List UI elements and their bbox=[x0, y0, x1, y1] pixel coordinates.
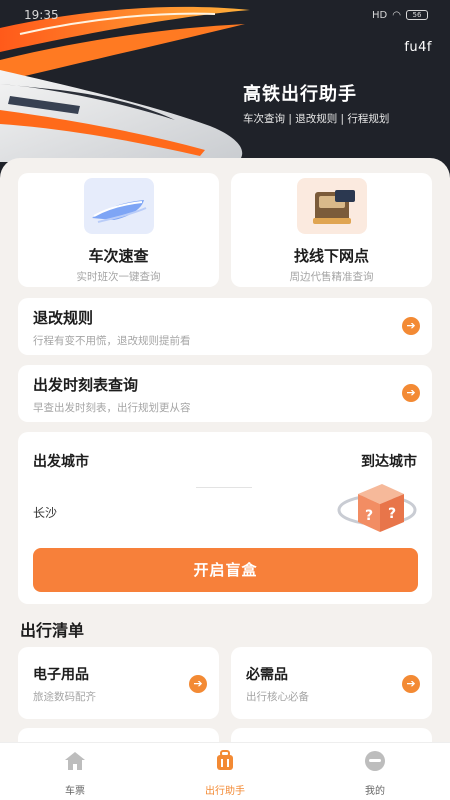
arrow-right-icon[interactable]: ➔ bbox=[189, 675, 207, 693]
tab-label: 车票 bbox=[65, 786, 85, 797]
quick-card-subtitle: 实时班次一键查询 bbox=[76, 271, 161, 283]
checklist-item-title: 电子用品 bbox=[33, 667, 89, 683]
tab-profile[interactable]: 我的 bbox=[300, 743, 450, 800]
status-icons: HD ◠ 56 bbox=[372, 10, 428, 21]
signal-icon: HD bbox=[372, 9, 388, 21]
checklist-title: 出行清单 bbox=[20, 621, 85, 640]
tab-tickets[interactable]: 车票 bbox=[0, 743, 150, 800]
tab-travel-assistant[interactable]: 出行助手 bbox=[150, 743, 300, 800]
profile-icon bbox=[365, 751, 385, 771]
status-bar: 19:35 HD ◠ 56 bbox=[24, 6, 428, 24]
checklist-item-title: 必需品 bbox=[246, 667, 288, 683]
from-city-label: 出发城市 bbox=[33, 454, 89, 470]
open-blind-box-button[interactable]: 开启盲盒 bbox=[33, 548, 418, 592]
ticket-machine-icon bbox=[296, 178, 367, 234]
refund-rules-card[interactable]: 退改规则 行程有变不用慌，退改规则提前看 ➔ bbox=[18, 298, 432, 355]
luggage-icon bbox=[217, 750, 233, 770]
row-card-title: 出发时刻表查询 bbox=[33, 376, 139, 394]
tab-label: 我的 bbox=[365, 786, 385, 797]
wifi-icon: ◠ bbox=[392, 9, 401, 21]
row-card-subtitle: 早查出发时刻表，出行规划更从容 bbox=[33, 402, 191, 414]
timetable-card[interactable]: 出发时刻表查询 早查出发时刻表，出行规划更从容 ➔ bbox=[18, 365, 432, 422]
city-search-card: 出发城市 到达城市 长沙 ? ? 开启盲盒 bbox=[18, 432, 432, 604]
mystery-box-icon: ? ? bbox=[337, 484, 417, 532]
tab-label: 出行助手 bbox=[205, 786, 245, 797]
arrow-right-icon[interactable]: ➔ bbox=[402, 317, 420, 335]
to-city-label: 到达城市 bbox=[361, 454, 417, 470]
row-card-title: 退改规则 bbox=[33, 309, 94, 327]
checklist-item-subtitle: 出行核心必备 bbox=[246, 691, 309, 703]
from-city-field[interactable]: 长沙 bbox=[33, 504, 57, 521]
svg-text:?: ? bbox=[388, 506, 396, 522]
arrow-right-icon[interactable]: ➔ bbox=[402, 675, 420, 693]
battery-icon: 56 bbox=[406, 10, 428, 20]
home-icon bbox=[65, 752, 85, 770]
svg-text:?: ? bbox=[365, 508, 373, 524]
app-tag: fu4f bbox=[404, 40, 432, 55]
route-divider bbox=[196, 487, 252, 488]
row-card-subtitle: 行程有变不用慌，退改规则提前看 bbox=[33, 335, 191, 347]
checklist-item-essentials[interactable]: 必需品 出行核心必备 ➔ bbox=[231, 647, 432, 719]
page-title: 高铁出行助手 bbox=[243, 84, 357, 105]
page-subtitle: 车次查询 | 退改规则 | 行程规划 bbox=[243, 113, 390, 125]
arrow-right-icon[interactable]: ➔ bbox=[402, 384, 420, 402]
quick-card-subtitle: 周边代售精准查询 bbox=[289, 271, 374, 283]
status-time: 19:35 bbox=[24, 8, 59, 22]
quick-card-title: 找线下网点 bbox=[293, 247, 369, 265]
offline-outlet-card[interactable]: 找线下网点 周边代售精准查询 bbox=[231, 173, 432, 287]
bottom-tab-bar: 车票 出行助手 我的 bbox=[0, 742, 450, 800]
checklist-item-subtitle: 旅途数码配齐 bbox=[33, 691, 96, 703]
train-icon bbox=[83, 178, 154, 234]
quick-card-title: 车次速查 bbox=[88, 247, 149, 265]
checklist-item-electronics[interactable]: 电子用品 旅途数码配齐 ➔ bbox=[18, 647, 219, 719]
train-lookup-card[interactable]: 车次速查 实时班次一键查询 bbox=[18, 173, 219, 287]
